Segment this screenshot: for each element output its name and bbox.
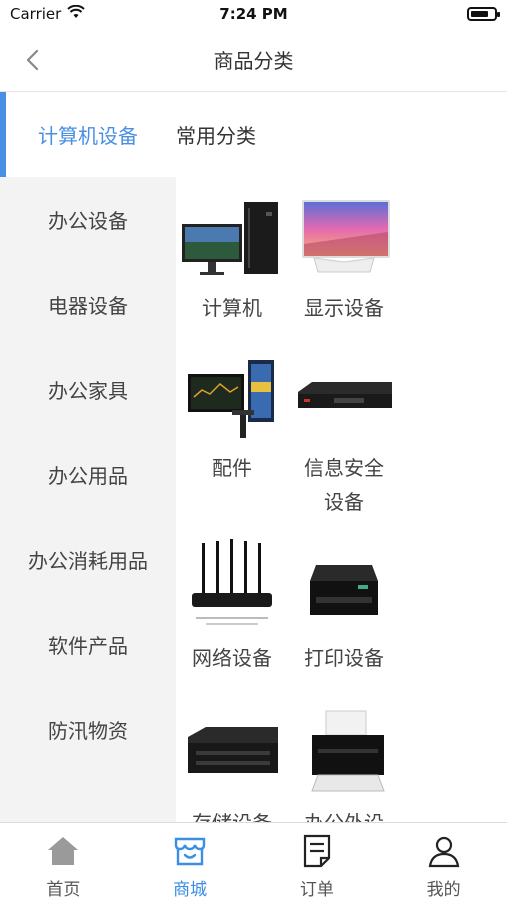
battery-fill bbox=[471, 11, 488, 17]
profile-icon bbox=[424, 833, 464, 869]
product-item-printing[interactable]: 打印设备 bbox=[288, 537, 400, 675]
storage-device-image bbox=[182, 702, 282, 802]
nav-bar: 商品分类 bbox=[0, 28, 507, 92]
tab-label: 商城 bbox=[173, 880, 208, 900]
product-item-computer[interactable]: 计算机 bbox=[176, 187, 288, 325]
status-bar: Carrier 7:24 PM bbox=[0, 0, 507, 28]
sidebar-item-office-consumables[interactable]: 办公消耗用品 bbox=[0, 517, 176, 602]
sidebar-item-label: 计算机设备 bbox=[38, 124, 138, 148]
desktop-computer-image bbox=[182, 187, 282, 287]
product-label: 网络设备 bbox=[192, 646, 272, 670]
dual-monitor-arm-image bbox=[182, 347, 282, 447]
sidebar-item-label: 办公用品 bbox=[48, 464, 128, 488]
printer-image bbox=[294, 537, 394, 637]
carrier-label: Carrier bbox=[10, 5, 62, 23]
sidebar-item-label: 办公设备 bbox=[48, 209, 128, 233]
category-main: 常用分类 计算机 显示设备 配件 信息安全 设备 网络设备 打印设备 bbox=[176, 92, 507, 822]
sidebar-item-software-products[interactable]: 软件产品 bbox=[0, 602, 176, 687]
product-item-network[interactable]: 网络设备 bbox=[176, 537, 288, 675]
tab-store[interactable]: 商城 bbox=[127, 823, 254, 900]
product-item-storage[interactable]: 存储设备 bbox=[176, 702, 288, 822]
page-title: 商品分类 bbox=[213, 49, 294, 73]
wifi-router-image bbox=[182, 537, 282, 637]
product-item-display[interactable]: 显示设备 bbox=[288, 187, 400, 325]
product-label: 打印设备 bbox=[304, 646, 384, 670]
product-label: 显示设备 bbox=[304, 296, 384, 320]
tab-label: 首页 bbox=[46, 880, 81, 900]
section-title: 常用分类 bbox=[176, 124, 256, 148]
tab-orders[interactable]: 订单 bbox=[254, 823, 381, 900]
sidebar-item-flood-supplies[interactable]: 防汛物资 bbox=[0, 687, 176, 772]
monitor-image bbox=[294, 187, 394, 287]
store-icon bbox=[170, 833, 210, 869]
sidebar-item-label: 软件产品 bbox=[48, 634, 128, 658]
office-peripheral-image bbox=[294, 702, 394, 802]
product-label: 办公外设 bbox=[288, 806, 400, 822]
sidebar-item-label: 电器设备 bbox=[48, 294, 128, 318]
sidebar-item-electrical-equipment[interactable]: 电器设备 bbox=[0, 262, 176, 347]
tab-label: 订单 bbox=[299, 880, 334, 900]
sidebar-item-label: 防汛物资 bbox=[48, 719, 128, 743]
security-appliance-image bbox=[294, 347, 394, 447]
sidebar-item-computer-equipment[interactable]: 计算机设备 bbox=[0, 92, 176, 177]
tab-profile[interactable]: 我的 bbox=[380, 823, 507, 900]
status-left: Carrier bbox=[10, 4, 86, 23]
product-label: 计算机 bbox=[202, 296, 262, 320]
sidebar-item-label: 办公消耗用品 bbox=[28, 549, 148, 573]
product-item-security[interactable]: 信息安全 设备 bbox=[288, 347, 400, 519]
category-sidebar: 计算机设备 办公设备 电器设备 办公家具 办公用品 办公消耗用品 软件产品 防汛… bbox=[0, 92, 176, 822]
sidebar-item-office-equipment[interactable]: 办公设备 bbox=[0, 177, 176, 262]
category-content: 计算机设备 办公设备 电器设备 办公家具 办公用品 办公消耗用品 软件产品 防汛… bbox=[0, 92, 507, 822]
back-button[interactable] bbox=[14, 42, 50, 78]
sidebar-item-label: 办公家具 bbox=[48, 379, 128, 403]
tab-bar: 首页 商城 订单 我的 bbox=[0, 822, 507, 900]
home-icon bbox=[43, 833, 83, 869]
product-label: 存储设备 bbox=[176, 806, 288, 822]
sidebar-item-office-supplies[interactable]: 办公用品 bbox=[0, 432, 176, 517]
order-icon bbox=[297, 833, 337, 869]
sidebar-item-office-furniture[interactable]: 办公家具 bbox=[0, 347, 176, 432]
tab-label: 我的 bbox=[426, 880, 461, 900]
product-label: 信息安全 设备 bbox=[304, 456, 384, 514]
tab-home[interactable]: 首页 bbox=[0, 823, 127, 900]
wifi-icon bbox=[67, 4, 86, 23]
product-label: 配件 bbox=[212, 456, 252, 480]
chevron-left-icon bbox=[26, 49, 39, 71]
product-item-accessories[interactable]: 配件 bbox=[176, 347, 288, 485]
battery-icon bbox=[467, 7, 500, 21]
product-item-peripherals[interactable]: 办公外设 bbox=[288, 702, 400, 822]
